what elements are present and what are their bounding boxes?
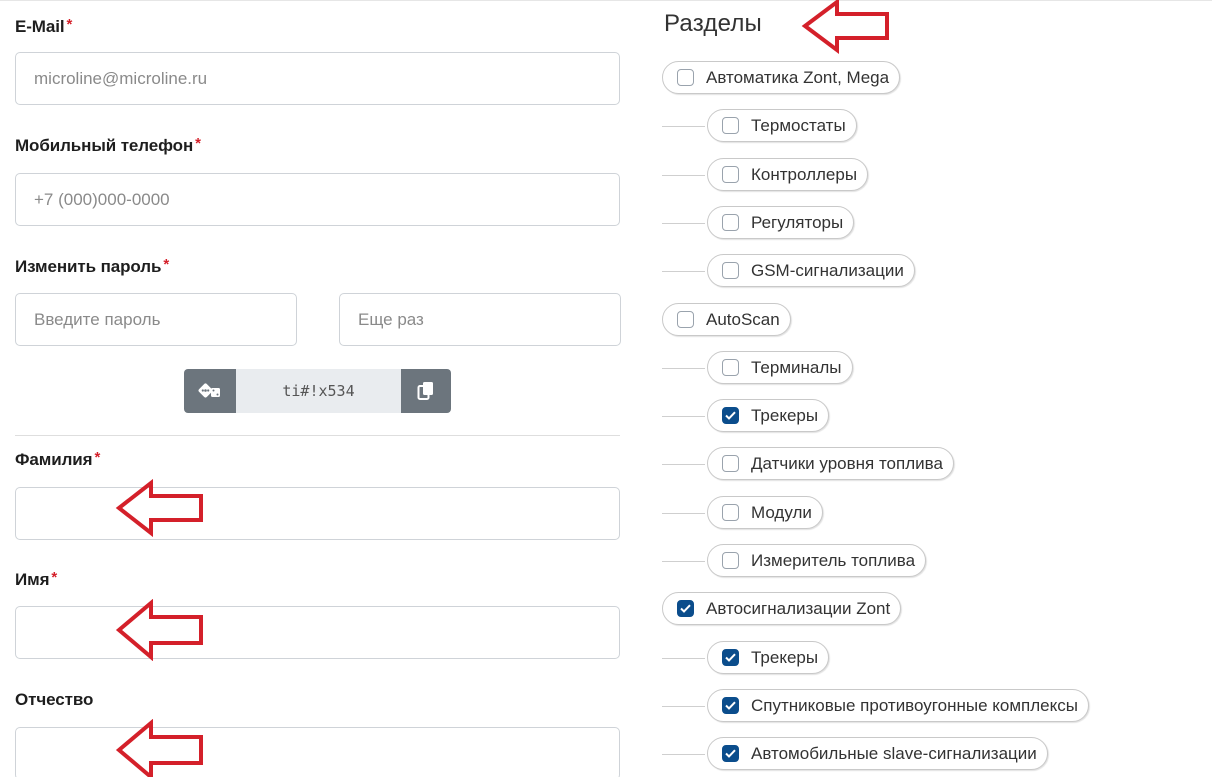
checkbox-unchecked-icon[interactable] bbox=[722, 166, 739, 183]
email-label: E-Mail * bbox=[15, 16, 73, 36]
section-checkbox-item[interactable]: Автомобильные slave-сигнализации bbox=[707, 737, 1048, 770]
checkbox-checked-icon[interactable] bbox=[677, 600, 694, 617]
section-label: Регуляторы bbox=[751, 212, 844, 232]
generate-password-button[interactable] bbox=[184, 369, 236, 413]
form-divider bbox=[15, 435, 620, 436]
section-label: Трекеры bbox=[751, 405, 819, 425]
generated-password: ti#!x534 bbox=[236, 369, 401, 413]
tree-connector bbox=[662, 463, 705, 465]
tree-connector bbox=[662, 512, 705, 514]
section-label: Термостаты bbox=[751, 115, 846, 135]
checkbox-unchecked-icon[interactable] bbox=[677, 69, 694, 86]
checkbox-unchecked-icon[interactable] bbox=[722, 504, 739, 521]
password-generator: ti#!x534 bbox=[184, 369, 451, 413]
tree-connector bbox=[662, 753, 705, 755]
section-label: Датчики уровня топлива bbox=[751, 453, 943, 473]
tree-connector bbox=[662, 560, 705, 562]
section-checkbox-item[interactable]: Автосигнализации Zont bbox=[662, 592, 902, 625]
tree-connector bbox=[662, 657, 705, 659]
section-checkbox-item[interactable]: Терминалы bbox=[707, 351, 853, 384]
section-label: Модули bbox=[751, 502, 812, 522]
section-checkbox-item[interactable]: Термостаты bbox=[707, 109, 857, 142]
section-label: Терминалы bbox=[751, 357, 842, 377]
section-checkbox-item[interactable]: GSM-сигнализации bbox=[707, 254, 915, 287]
copy-icon bbox=[417, 382, 433, 400]
red-arrow-icon bbox=[115, 719, 203, 777]
red-arrow-icon bbox=[115, 479, 203, 537]
password-repeat-field[interactable] bbox=[339, 293, 621, 346]
middle-name-field[interactable] bbox=[15, 727, 620, 777]
red-arrow-icon bbox=[115, 599, 203, 661]
section-label: Спутниковые противоугонные комплексы bbox=[751, 695, 1078, 715]
tree-connector bbox=[662, 222, 705, 224]
section-label: Контроллеры bbox=[751, 164, 858, 184]
last-name-label: Фамилия * bbox=[15, 449, 101, 469]
tree-connector bbox=[662, 125, 705, 127]
checkbox-checked-icon[interactable] bbox=[722, 407, 739, 424]
password-field[interactable] bbox=[15, 293, 297, 346]
email-field[interactable] bbox=[15, 52, 620, 105]
tree-connector bbox=[662, 270, 705, 272]
copy-password-button[interactable] bbox=[401, 369, 451, 413]
last-name-field[interactable] bbox=[15, 487, 620, 540]
checkbox-checked-icon[interactable] bbox=[722, 745, 739, 762]
section-checkbox-item[interactable]: Контроллеры bbox=[707, 158, 869, 191]
section-checkbox-item[interactable]: Регуляторы bbox=[707, 206, 855, 239]
checkbox-unchecked-icon[interactable] bbox=[722, 552, 739, 569]
tree-connector bbox=[662, 415, 705, 417]
section-label: AutoScan bbox=[706, 309, 780, 329]
dice-icon bbox=[198, 383, 220, 398]
section-label: Автоматика Zont, Mega bbox=[706, 67, 890, 87]
checkbox-checked-icon[interactable] bbox=[722, 649, 739, 666]
middle-name-label: Отчество bbox=[15, 690, 94, 709]
tree-connector bbox=[662, 367, 705, 369]
checkbox-checked-icon[interactable] bbox=[722, 697, 739, 714]
section-checkbox-item[interactable]: Измеритель топлива bbox=[707, 544, 927, 577]
phone-field[interactable] bbox=[15, 173, 620, 226]
section-checkbox-item[interactable]: Трекеры bbox=[707, 399, 830, 432]
first-name-label: Имя * bbox=[15, 569, 58, 589]
section-checkbox-item[interactable]: Спутниковые противоугонные комплексы bbox=[707, 689, 1089, 722]
checkbox-unchecked-icon[interactable] bbox=[722, 455, 739, 472]
section-checkbox-item[interactable]: Модули bbox=[707, 496, 823, 529]
section-checkbox-item[interactable]: Датчики уровня топлива bbox=[707, 447, 954, 480]
password-label: Изменить пароль * bbox=[15, 256, 170, 276]
section-label: Автосигнализации Zont bbox=[706, 598, 891, 618]
tree-connector bbox=[662, 705, 705, 707]
section-label: Трекеры bbox=[751, 647, 819, 667]
checkbox-unchecked-icon[interactable] bbox=[722, 214, 739, 231]
section-label: GSM-сигнализации bbox=[751, 260, 904, 280]
section-checkbox-item[interactable]: Автоматика Zont, Mega bbox=[662, 61, 901, 94]
section-checkbox-item[interactable]: AutoScan bbox=[662, 303, 791, 336]
checkbox-unchecked-icon[interactable] bbox=[722, 359, 739, 376]
section-label: Автомобильные slave-сигнализации bbox=[751, 743, 1037, 763]
checkbox-unchecked-icon[interactable] bbox=[722, 262, 739, 279]
first-name-field[interactable] bbox=[15, 606, 620, 659]
phone-label: Мобильный телефон * bbox=[15, 135, 201, 155]
checkbox-unchecked-icon[interactable] bbox=[677, 311, 694, 328]
section-label: Измеритель топлива bbox=[751, 550, 916, 570]
checkbox-unchecked-icon[interactable] bbox=[722, 117, 739, 134]
sections-tree: Автоматика Zont, Mega Термостаты Контролле… bbox=[662, 0, 1212, 777]
tree-connector bbox=[662, 174, 705, 176]
section-checkbox-item[interactable]: Трекеры bbox=[707, 641, 830, 674]
